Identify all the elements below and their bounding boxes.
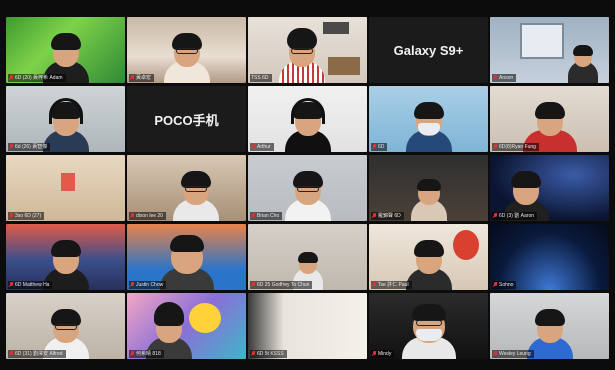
mic-muted-icon	[493, 144, 497, 150]
mic-muted-icon	[493, 351, 497, 357]
participant-tile-active-speaker[interactable]: TSS 6D	[248, 17, 367, 83]
participant-video	[278, 25, 325, 83]
participant-name: Anson	[499, 75, 514, 81]
participant-tile[interactable]: Anson	[490, 17, 609, 83]
face-mask	[415, 329, 442, 341]
cartoon-character	[189, 303, 221, 333]
participant-tile[interactable]: 6D(8)Ryan Fung	[490, 86, 609, 152]
participant-video	[173, 163, 220, 221]
mic-muted-icon	[9, 213, 13, 219]
participant-name: 6D (20) 黃梓希 Adam	[15, 75, 63, 81]
participant-tile[interactable]: Justin Chow	[127, 224, 246, 290]
window	[520, 23, 564, 59]
participant-tile[interactable]: Tse 許仁 Paul	[369, 224, 488, 290]
wall-poster	[61, 173, 75, 191]
mic-muted-icon	[251, 144, 255, 150]
face-mask	[417, 123, 440, 135]
mic-muted-icon	[9, 282, 13, 288]
mic-muted-icon	[130, 351, 134, 357]
participant-name: 6D 5t KSSS	[257, 351, 284, 357]
participant-name: dixon lee 20	[136, 213, 163, 219]
mic-muted-icon	[251, 351, 255, 357]
video-gallery-grid: 6D (20) 黃梓希 Adam 黃卓宏 TSS 6D Galaxy S9+ A…	[6, 17, 610, 367]
participant-name: Brian Cho	[257, 213, 280, 219]
participant-name: 羅錦聲 6D	[378, 213, 401, 219]
participant-video	[159, 232, 214, 290]
mic-muted-icon	[372, 213, 376, 219]
participant-name: 6D (31) 劉澤安 Alfred	[15, 351, 63, 357]
participant-tile[interactable]: dixon lee 20	[127, 155, 246, 221]
participant-name: Wesley Leung	[499, 351, 531, 357]
participant-name: 3so 6D (27)	[15, 213, 42, 219]
participant-video	[163, 25, 210, 83]
participant-video	[405, 94, 452, 152]
participant-tile[interactable]: 6d (26) 黃智傑	[6, 86, 125, 152]
mic-muted-icon	[493, 75, 497, 81]
participant-tile[interactable]: 6D (31) 劉澤安 Alfred	[6, 293, 125, 359]
participant-name: 6D (3) 劉 Aaron	[499, 213, 535, 219]
mic-muted-icon	[130, 213, 134, 219]
classroom-desk	[328, 57, 360, 75]
participant-video	[410, 163, 447, 221]
participant-tile[interactable]: Brian Cho	[248, 155, 367, 221]
participant-tile[interactable]: 6D (20) 黃梓希 Adam	[6, 17, 125, 83]
participant-name: Tse 許仁 Paul	[378, 282, 409, 288]
mic-muted-icon	[493, 282, 497, 288]
participant-name: 6D	[378, 144, 385, 150]
participant-tile[interactable]: 3so 6D (27)	[6, 155, 125, 221]
participant-name: 何希晴 818	[136, 351, 161, 357]
mic-muted-icon	[130, 75, 134, 81]
mic-muted-icon	[9, 75, 13, 81]
participant-name: 黃卓宏	[136, 75, 152, 81]
mic-muted-icon	[372, 351, 376, 357]
mic-muted-icon	[9, 144, 13, 150]
device-name-display: POCO手机	[154, 112, 219, 128]
participant-video	[401, 301, 456, 359]
participant-name: 6D 25 Godfrey To Chun	[257, 282, 310, 288]
wall-sign	[323, 22, 349, 34]
participant-tile[interactable]: 6D	[369, 86, 488, 152]
mic-muted-icon	[251, 282, 255, 288]
mic-muted-icon	[130, 282, 134, 288]
participant-name: 6D(8)Ryan Fung	[499, 144, 536, 150]
participant-name: 6D Matthew Ha	[15, 282, 50, 288]
wall-decoration	[453, 230, 479, 260]
participant-tile[interactable]: Sohno	[490, 224, 609, 290]
device-name-display: Galaxy S9+	[393, 42, 464, 58]
participant-tile[interactable]: 羅錦聲 6D	[369, 155, 488, 221]
mic-muted-icon	[372, 144, 376, 150]
participant-tile[interactable]: 6D Matthew Ha	[6, 224, 125, 290]
mic-muted-icon	[251, 213, 255, 219]
participant-tile[interactable]: Arthur	[248, 86, 367, 152]
participant-video	[567, 25, 598, 83]
participant-tile[interactable]: Wesley Leung	[490, 293, 609, 359]
mic-muted-icon	[9, 351, 13, 357]
participant-tile[interactable]: Galaxy S9+	[369, 17, 488, 83]
participant-tile[interactable]: 6D 5t KSSS	[248, 293, 367, 359]
participant-tile[interactable]: Mindy	[369, 293, 488, 359]
participant-tile[interactable]: POCO手机	[127, 86, 246, 152]
participant-name: Sohno	[499, 282, 514, 288]
participant-tile[interactable]: 6D (3) 劉 Aaron	[490, 155, 609, 221]
participant-video	[284, 163, 331, 221]
participant-name: Mindy	[378, 351, 392, 357]
participant-video	[405, 232, 452, 290]
participant-name: Justin Chow	[136, 282, 164, 288]
participant-tile[interactable]: 6D 25 Godfrey To Chun	[248, 224, 367, 290]
participant-tile[interactable]: 黃卓宏	[127, 17, 246, 83]
participant-tile[interactable]: 何希晴 818	[127, 293, 246, 359]
participant-video	[284, 94, 331, 152]
mic-muted-icon	[493, 213, 497, 219]
participant-name: Arthur	[257, 144, 271, 150]
participant-name: TSS 6D	[251, 75, 269, 81]
mic-muted-icon	[372, 282, 376, 288]
participant-name: 6d (26) 黃智傑	[15, 144, 48, 150]
